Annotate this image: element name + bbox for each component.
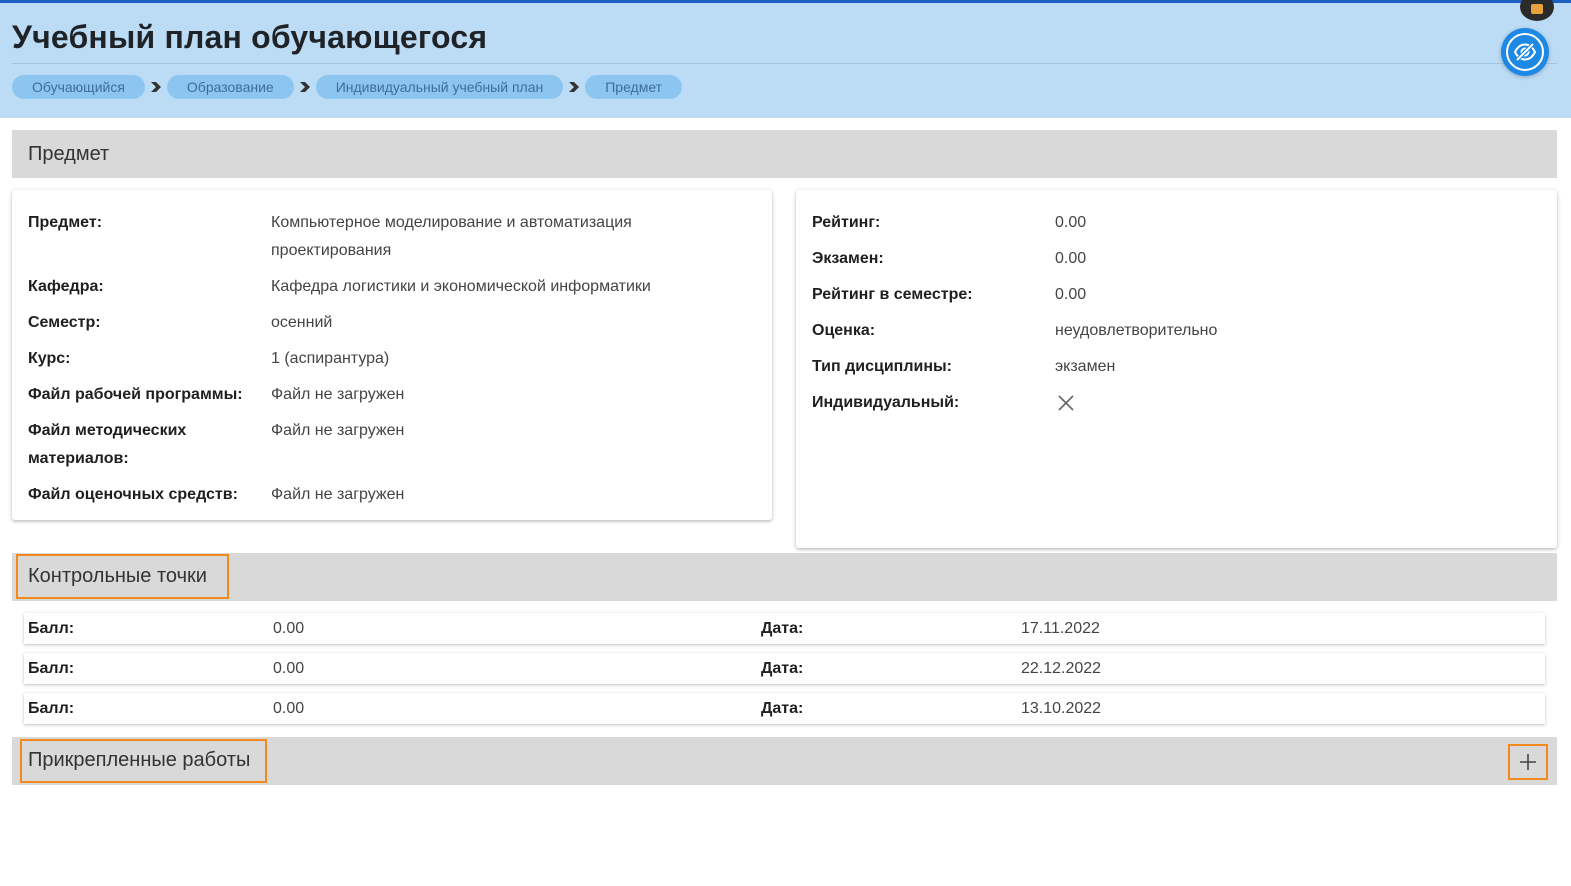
field-value: 1 (аспирантура) [271,350,390,367]
chevron-right-icon [145,81,167,93]
breadcrumb: Обучающийся Образование Индивидуальный у… [12,75,683,99]
date-value: 17.11.2022 [1021,620,1100,637]
breadcrumb-item-individual-plan[interactable]: Индивидуальный учебный план [315,75,564,99]
field-label: Файл рабочей программы: [28,386,243,403]
breadcrumb-item-subject[interactable]: Предмет [585,75,683,99]
field-value: Файл не загружен [271,422,405,439]
page-title: Учебный план обучающегося [12,19,488,55]
field-label: Экзамен: [812,250,884,267]
field-label: Семестр: [28,314,101,331]
score-label: Балл: [28,620,75,637]
field-label: Файл оценочных средств: [28,486,238,503]
field-label: Файл методических [28,422,187,439]
checkpoints-section-header[interactable]: Контрольные точки [12,553,1557,601]
eye-off-icon [1506,33,1544,71]
field-value: Файл не загружен [271,486,405,503]
page-header: Учебный план обучающегося Обучающийся Об… [0,0,1571,118]
hide-button[interactable] [1501,28,1549,76]
field-value: неудовлетворительно [1055,322,1218,339]
rating-info-card: Рейтинг: 0.00 Экзамен: 0.00 Рейтинг в се… [796,190,1557,548]
field-label: Рейтинг в семестре: [812,286,973,303]
date-label: Дата: [761,660,804,677]
highlight-box [20,739,267,783]
field-label: Рейтинг: [812,214,881,231]
date-label: Дата: [761,700,804,717]
subject-info-card: Предмет: Компьютерное моделирование и ав… [12,190,772,520]
subject-section-header: Предмет [12,130,1557,178]
field-label: Курс: [28,350,71,367]
checkpoint-row: Балл: 0.00 Дата: 13.10.2022 [24,693,1545,724]
field-value: 0.00 [1055,286,1087,303]
field-label: Предмет: [28,214,103,231]
field-value-continued: проектирования [271,242,392,259]
header-divider [12,63,1557,64]
highlight-box [1508,744,1548,780]
field-label-continued: материалов: [28,450,129,467]
breadcrumb-item-student[interactable]: Обучающийся [12,75,145,99]
checkpoint-row: Балл: 0.00 Дата: 17.11.2022 [24,613,1545,644]
field-label: Оценка: [812,322,876,339]
date-label: Дата: [761,620,804,637]
field-label: Тип дисциплины: [812,358,952,375]
field-value: 0.00 [1055,214,1087,231]
score-value: 0.00 [273,660,305,677]
field-value: Компьютерное моделирование и автоматизац… [271,214,632,231]
field-value: Кафедра логистики и экономической информ… [271,278,651,295]
score-value: 0.00 [273,700,305,717]
date-value: 13.10.2022 [1021,700,1102,717]
field-label: Индивидуальный: [812,394,960,411]
field-value: Файл не загружен [271,386,405,403]
date-value: 22.12.2022 [1021,660,1102,677]
checkpoint-row: Балл: 0.00 Дата: 22.12.2022 [24,653,1545,684]
breadcrumb-item-education[interactable]: Образование [166,75,294,99]
score-label: Балл: [28,660,75,677]
field-label: Кафедра: [28,278,104,295]
score-label: Балл: [28,700,75,717]
chat-icon[interactable] [1520,0,1554,21]
score-value: 0.00 [273,620,305,637]
field-value: экзамен [1055,358,1116,375]
field-value: осенний [271,314,333,331]
field-value: 0.00 [1055,250,1087,267]
chevron-right-icon [294,81,316,93]
highlight-box [16,554,229,599]
close-icon [1057,394,1075,422]
chevron-right-icon [563,81,585,93]
section-title: Предмет [28,143,110,165]
